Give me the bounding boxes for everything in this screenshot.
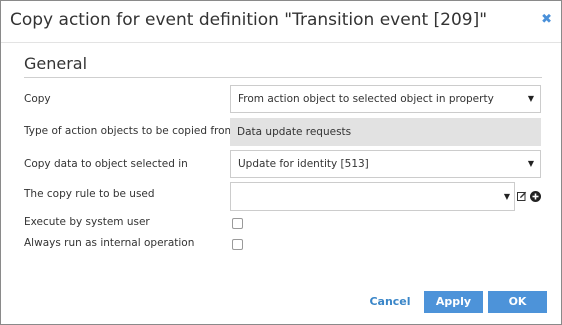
type-value: Data update requests (237, 126, 352, 138)
section-title: General (24, 54, 88, 73)
internal-label: Always run as internal operation (24, 237, 195, 249)
copy-to-select-value: Update for identity [513] (238, 158, 369, 170)
rule-select[interactable]: ▼ (230, 182, 515, 211)
chevron-down-icon: ▼ (527, 94, 534, 103)
add-circle-icon[interactable] (530, 191, 541, 202)
copy-select-value: From action object to selected object in… (238, 93, 494, 105)
copy-to-select[interactable]: Update for identity [513] ▼ (230, 150, 541, 178)
system-user-checkbox[interactable] (232, 218, 243, 229)
internal-checkbox[interactable] (232, 239, 243, 250)
dialog-title: Copy action for event definition "Transi… (10, 10, 488, 30)
dialog-title-bar: Copy action for event definition "Transi… (1, 1, 561, 43)
system-user-label: Execute by system user (24, 216, 150, 228)
cancel-button[interactable]: Cancel (365, 291, 415, 313)
chevron-down-icon: ▼ (527, 159, 534, 168)
type-readonly-field: Data update requests (230, 118, 541, 146)
copy-label: Copy (24, 93, 51, 105)
apply-button[interactable]: Apply (424, 291, 483, 313)
copy-action-dialog: Copy action for event definition "Transi… (0, 0, 562, 325)
rule-label: The copy rule to be used (24, 188, 155, 200)
copy-to-label: Copy data to object selected in (24, 158, 188, 170)
close-icon[interactable]: ✖ (541, 13, 552, 27)
copy-select[interactable]: From action object to selected object in… (230, 85, 541, 113)
type-label: Type of action objects to be copied from (24, 125, 235, 137)
chevron-down-icon: ▼ (503, 192, 510, 201)
edit-icon[interactable] (517, 191, 527, 201)
ok-button[interactable]: OK (488, 291, 547, 313)
section-divider (24, 77, 542, 78)
